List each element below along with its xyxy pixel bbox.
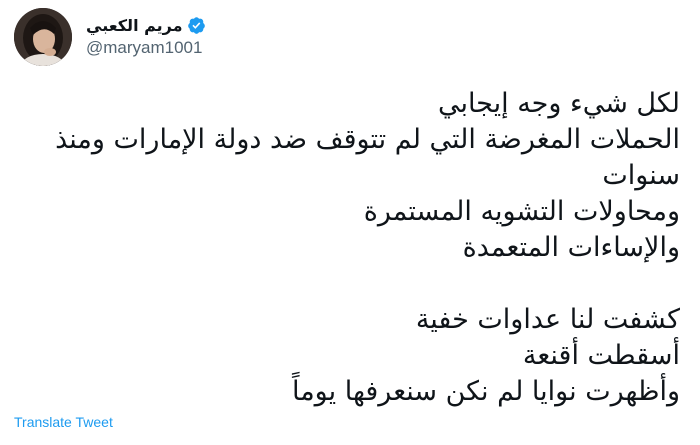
tweet-line: ومحاولات التشويه المستمرة (363, 196, 680, 227)
tweet-text: لكل شيء وجه إيجابي الحملات المغرضة التي … (20, 86, 680, 410)
author-names: مريم الكعبي @maryam1001 (86, 16, 206, 58)
tweet-line: الحملات المغرضة التي لم تتوقف ضد دولة ال… (55, 124, 680, 155)
verified-badge-icon (187, 16, 206, 35)
tweet-line: والإساءات المتعمدة (462, 232, 680, 263)
tweet-card: مريم الكعبي @maryam1001 لكل شيء وجه إيجا… (0, 0, 700, 445)
tweet-line: وأظهرت نوايا لم نكن سنعرفها يوماً (291, 376, 680, 407)
tweet-line: كشفت لنا عداوات خفية (415, 304, 680, 335)
tweet-line: أسقطت أقنعة (522, 340, 680, 371)
tweet-line: لكل شيء وجه إيجابي (437, 88, 680, 119)
translate-tweet-link[interactable]: Translate Tweet (14, 414, 113, 430)
tweet-line: سنوات (602, 160, 680, 191)
tweet-header: مريم الكعبي @maryam1001 (14, 8, 206, 66)
profile-photo-icon (14, 8, 72, 66)
display-name-row: مريم الكعبي (86, 16, 206, 35)
display-name[interactable]: مريم الكعبي (86, 16, 183, 35)
handle[interactable]: @maryam1001 (86, 38, 206, 58)
avatar[interactable] (14, 8, 72, 66)
